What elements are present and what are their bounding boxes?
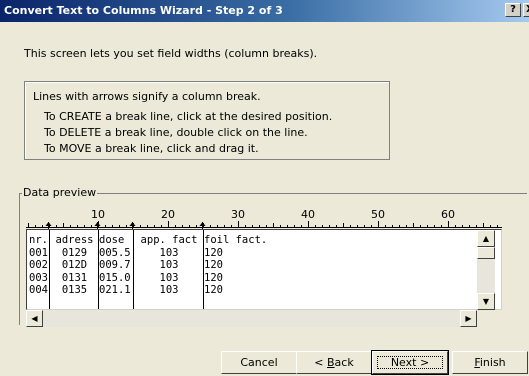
next-button[interactable]: Next > [371,350,449,375]
back-label-rest: ack [334,356,354,369]
preview-cell: 103 [159,246,179,259]
scroll-up-button[interactable]: ▲ [477,230,495,247]
preview-row: 001 0129 005.5 103 120 [27,246,501,259]
preview-cell: app. fact [140,234,198,246]
instructions-move: To MOVE a break line, click and drag it. [44,142,259,155]
cancel-label: Cancel [240,356,278,369]
preview-cell: 012D [61,259,88,271]
focus-rectangle [377,356,443,369]
horizontal-scrollbar[interactable]: ◀ ▶ [26,310,477,327]
finish-label-rest: inish [479,356,506,369]
preview-row: 003 0131 015.0 103 120 [27,271,501,284]
vertical-scrollbar[interactable]: ▲ ▼ [477,230,495,310]
preview-cell: 001 [29,246,48,259]
instructions-create: To CREATE a break line, click at the des… [44,110,333,123]
scroll-right-button[interactable]: ▶ [460,310,477,327]
ruler-label: 60 [441,208,455,221]
preview-cell: 103 [159,284,179,296]
preview-cell: 015.0 [99,271,131,284]
preview-cell: 003 [29,271,48,284]
preview-cell: 0135 [61,284,88,296]
ruler-graphic: 10 20 30 40 50 60 [26,208,502,230]
preview-cell: 0131 [61,271,88,284]
ruler-label: 50 [371,208,385,221]
back-button[interactable]: < Back [296,351,372,374]
data-preview-label: Data preview [22,186,98,199]
scroll-down-button[interactable]: ▼ [477,293,495,310]
instructions-delete: To DELETE a break line, double click on … [44,126,308,139]
scroll-left-button[interactable]: ◀ [26,310,43,327]
preview-cell: 002 [29,259,48,271]
preview-cell: foil fact. [204,234,268,246]
ruler-label: 30 [231,208,245,221]
back-label-key: B [327,356,335,369]
ruler-label: 20 [161,208,175,221]
window-title: Convert Text to Columns Wizard - Step 2 … [4,4,283,17]
preview-cell: 103 [159,271,179,284]
preview-cell: 009.7 [99,259,131,271]
scrollbar-corner [477,310,495,327]
preview-cell: nr. [29,234,48,246]
preview-cell: 0129 [61,246,88,259]
preview-cell: 120 [204,271,223,284]
preview-header-row: nr. adress dose app. fact foil fact. [27,234,501,246]
preview-cell: adress [55,234,94,246]
preview-cell: 120 [204,246,223,259]
scroll-thumb[interactable] [477,247,495,259]
cancel-button[interactable]: Cancel [221,351,297,374]
data-preview[interactable]: nr. adress dose app. fact foil fact. 001 0129 0… [26,229,502,310]
ruler-label: 10 [91,208,105,221]
title-bar: Convert Text to Columns Wizard - Step 2 … [0,0,529,22]
instructions-panel: Lines with arrows signify a column break… [24,81,390,160]
ruler-label: 40 [301,208,315,221]
preview-cell: 005.5 [99,246,131,259]
close-button[interactable]: X [523,3,529,17]
preview-cell: 103 [159,259,179,271]
intro-text: This screen lets you set field widths (c… [24,47,318,60]
preview-cell: 004 [29,284,48,296]
help-button[interactable]: ? [505,3,521,17]
preview-row: 004 0135 021.1 103 120 [27,284,501,296]
preview-cell: 120 [204,284,223,296]
back-label-prefix: < [314,356,327,369]
preview-cell: dose [99,234,125,246]
preview-cell: 120 [204,259,223,271]
column-ruler[interactable]: 10 20 30 40 50 60 [26,200,502,230]
preview-cell: 021.1 [99,284,131,296]
finish-button[interactable]: Finish [452,351,528,374]
instructions-heading: Lines with arrows signify a column break… [33,90,261,103]
preview-row: 002 012D 009.7 103 120 [27,259,501,271]
